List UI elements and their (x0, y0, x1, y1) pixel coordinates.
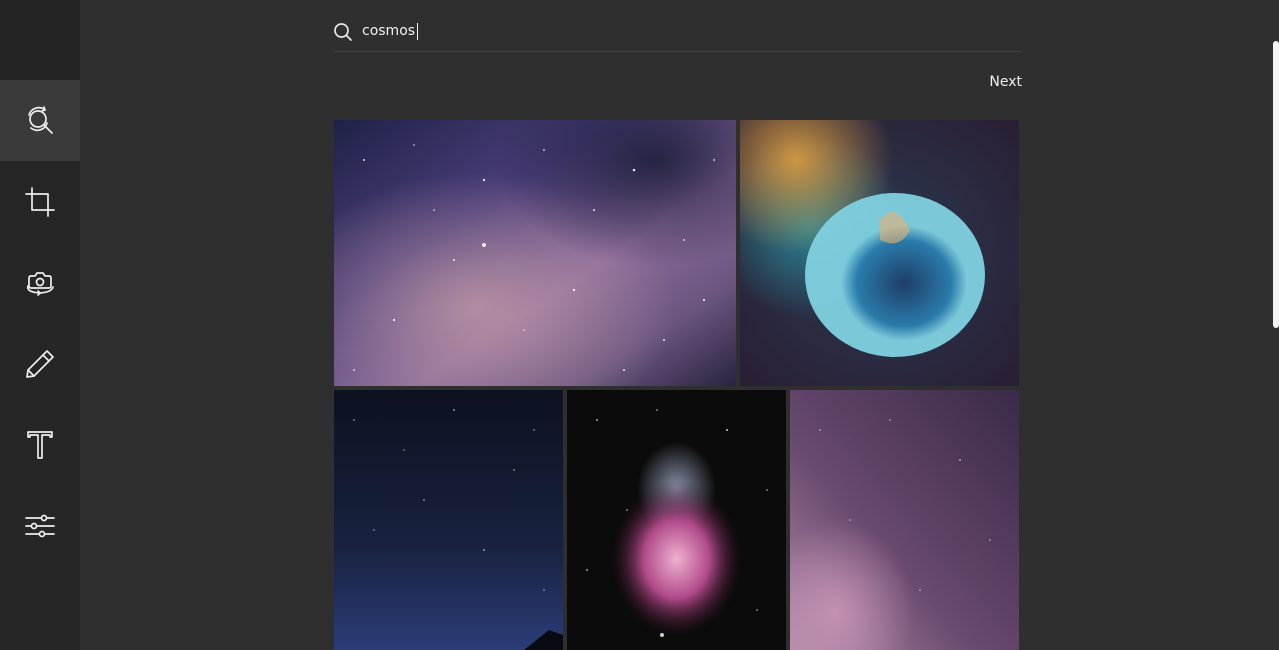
tool-crop[interactable] (0, 161, 80, 242)
orion-image (567, 390, 786, 650)
search-refresh-icon (28, 105, 53, 134)
pink-sky-image (790, 390, 1019, 650)
sidebar-logo-area (0, 0, 80, 80)
tool-image-search[interactable] (0, 80, 80, 161)
scrollbar-thumb[interactable] (1273, 41, 1279, 328)
milky-way-image (334, 120, 736, 386)
tool-adjust[interactable] (0, 485, 80, 566)
tool-text[interactable] (0, 404, 80, 485)
camera-rotate-icon (26, 271, 54, 296)
text-caret (417, 23, 418, 40)
photo-editor-app: Next (0, 0, 1279, 650)
next-page-link[interactable]: Next (976, 74, 1022, 96)
result-image-milky-way[interactable] (334, 120, 736, 386)
search-bar (333, 14, 1022, 52)
tool-camera-rotate[interactable] (0, 242, 80, 323)
result-image-pink-milky-way[interactable] (790, 390, 1019, 650)
nebula-image (740, 120, 1019, 386)
search-icon[interactable] (333, 22, 353, 42)
text-icon (27, 430, 53, 459)
tool-sidebar (0, 0, 80, 650)
tool-draw[interactable] (0, 323, 80, 404)
night-sky-image (334, 390, 563, 650)
crop-icon (25, 186, 55, 217)
pencil-icon (26, 349, 54, 378)
sliders-icon (25, 514, 55, 537)
result-image-bubble-nebula[interactable] (740, 120, 1019, 386)
search-input[interactable] (362, 20, 1002, 42)
result-image-night-sky[interactable] (334, 390, 563, 650)
result-image-orion-nebula[interactable] (567, 390, 786, 650)
